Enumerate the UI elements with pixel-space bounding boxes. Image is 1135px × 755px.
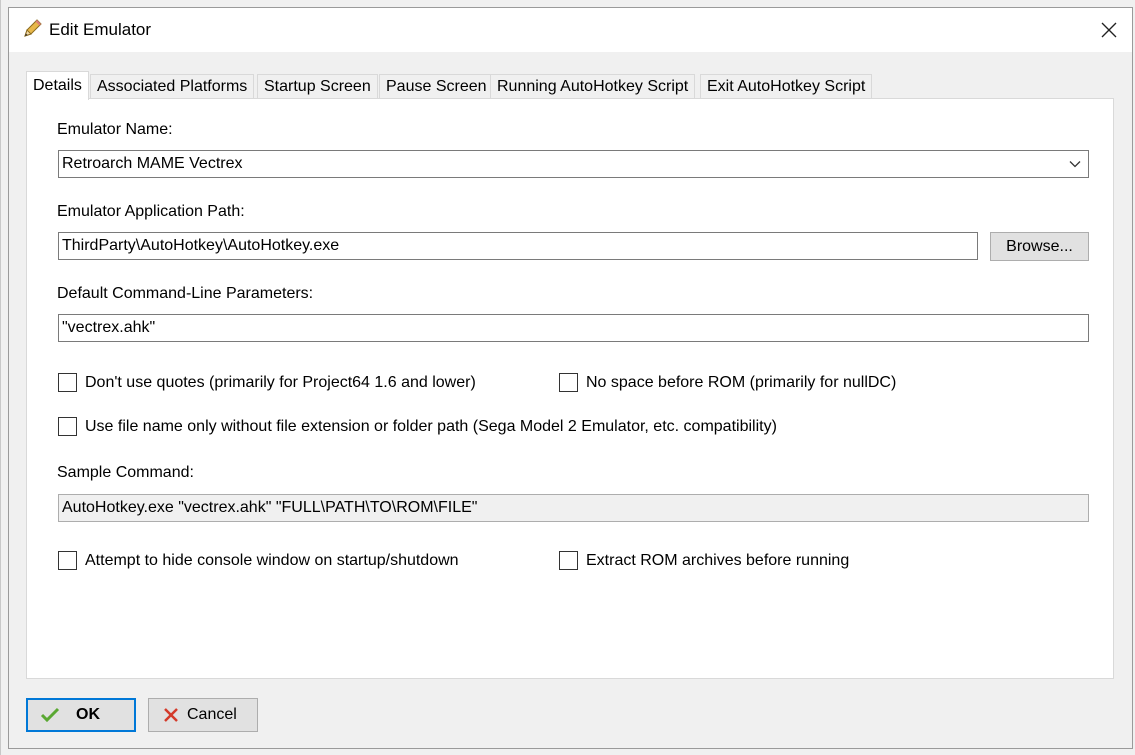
tab-exit-autohotkey-script[interactable]: Exit AutoHotkey Script bbox=[700, 74, 873, 98]
hide-console-text: Attempt to hide console window on startu… bbox=[85, 551, 459, 569]
cmdline-label: Default Command-Line Parameters: bbox=[57, 285, 314, 302]
cmdline-value: "vectrex.ahk" bbox=[62, 319, 156, 336]
hide-console-checkbox[interactable] bbox=[58, 551, 77, 570]
emulator-name-label: Emulator Name: bbox=[57, 121, 173, 138]
tab-pause-screen[interactable]: Pause Screen bbox=[379, 74, 494, 98]
chevron-down-icon bbox=[1069, 161, 1081, 168]
window-title: Edit Emulator bbox=[49, 20, 152, 39]
cancel-button-label: Cancel bbox=[187, 706, 237, 723]
app-path-label: Emulator Application Path: bbox=[57, 203, 245, 220]
extract-rom-option: Extract ROM archives before running bbox=[559, 551, 849, 570]
edit-emulator-dialog: Edit Emulator Details Associated Platfor… bbox=[8, 7, 1133, 749]
tab-startup-screen[interactable]: Startup Screen bbox=[257, 74, 378, 98]
sample-command-field: AutoHotkey.exe "vectrex.ahk" "FULL\PATH\… bbox=[58, 494, 1089, 522]
emulator-name-value: Retroarch MAME Vectrex bbox=[62, 155, 243, 172]
pencil-icon bbox=[24, 19, 42, 37]
ok-button-label: OK bbox=[76, 706, 100, 723]
tab-running-autohotkey-script[interactable]: Running AutoHotkey Script bbox=[490, 74, 696, 98]
extract-rom-text: Extract ROM archives before running bbox=[586, 551, 850, 569]
dont-use-quotes-option: Don't use quotes (primarily for Project6… bbox=[58, 373, 476, 392]
no-space-option: No space before ROM (primarily for nullD… bbox=[559, 373, 896, 392]
details-panel: Emulator Name: Retroarch MAME Vectrex Em… bbox=[26, 98, 1114, 679]
cancel-button[interactable]: Cancel bbox=[148, 698, 258, 732]
ok-button[interactable]: OK bbox=[26, 698, 136, 732]
dont-use-quotes-text: Don't use quotes (primarily for Project6… bbox=[85, 373, 476, 391]
title-bar: Edit Emulator bbox=[9, 8, 1132, 52]
emulator-name-combobox[interactable]: Retroarch MAME Vectrex bbox=[58, 150, 1089, 178]
file-name-only-option: Use file name only without file extensio… bbox=[58, 417, 777, 436]
tab-associated-platforms[interactable]: Associated Platforms bbox=[90, 74, 255, 98]
checkmark-icon bbox=[40, 707, 60, 723]
close-button[interactable] bbox=[1086, 8, 1132, 52]
background-edge bbox=[0, 0, 1, 755]
close-icon bbox=[1101, 22, 1117, 38]
cmdline-input[interactable]: "vectrex.ahk" bbox=[58, 314, 1089, 342]
hide-console-option: Attempt to hide console window on startu… bbox=[58, 551, 459, 570]
app-path-input[interactable]: ThirdParty\AutoHotkey\AutoHotkey.exe bbox=[58, 232, 978, 260]
file-name-only-checkbox[interactable] bbox=[58, 417, 77, 436]
file-name-only-text: Use file name only without file extensio… bbox=[85, 417, 777, 435]
app-path-value: ThirdParty\AutoHotkey\AutoHotkey.exe bbox=[62, 237, 340, 254]
sample-command-value: AutoHotkey.exe "vectrex.ahk" "FULL\PATH\… bbox=[62, 499, 478, 516]
x-icon bbox=[164, 708, 178, 722]
browse-button[interactable]: Browse... bbox=[990, 232, 1089, 261]
dont-use-quotes-checkbox[interactable] bbox=[58, 373, 77, 392]
extract-rom-checkbox[interactable] bbox=[559, 551, 578, 570]
no-space-text: No space before ROM (primarily for nullD… bbox=[586, 373, 897, 391]
tab-details[interactable]: Details bbox=[26, 71, 89, 100]
no-space-checkbox[interactable] bbox=[559, 373, 578, 392]
sample-command-label: Sample Command: bbox=[57, 464, 194, 481]
